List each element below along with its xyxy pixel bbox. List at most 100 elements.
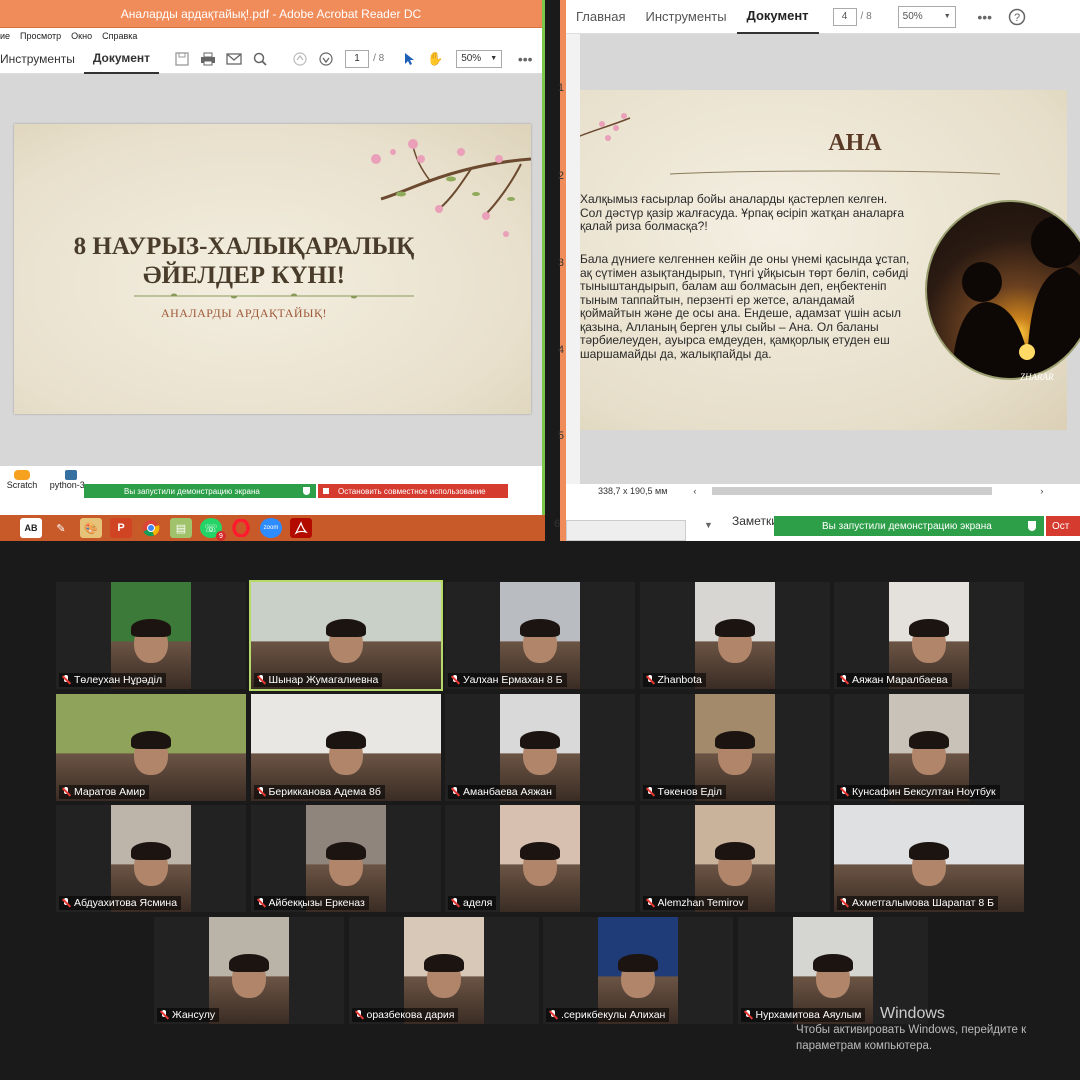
page-thumbnail-strip: 1 2 3 4 5 bbox=[558, 34, 580, 484]
participant-tile[interactable]: Zhanbota bbox=[639, 582, 830, 689]
participant-silhouette bbox=[520, 618, 560, 663]
page-up-icon[interactable] bbox=[287, 46, 313, 72]
participant-tile[interactable]: оразбекова дария bbox=[348, 917, 539, 1024]
more-icon[interactable]: ••• bbox=[972, 4, 998, 30]
notes-label[interactable]: Заметки bbox=[732, 514, 778, 528]
participant-hair bbox=[520, 841, 560, 860]
document-canvas[interactable]: 1 2 3 4 5 АНА Халқымыз ғасырлар бойы ана… bbox=[558, 34, 1080, 484]
zoom-icon[interactable]: zoom bbox=[260, 518, 282, 538]
participant-tile[interactable]: Төлеухан Нұрәділ bbox=[56, 582, 246, 689]
thumb-number-3[interactable]: 3 bbox=[554, 257, 564, 269]
scroll-down-icon[interactable]: ▼ bbox=[704, 520, 713, 530]
document-canvas[interactable]: 8 НАУРЫЗ-ХАЛЫҚАРАЛЫҚ ӘЙЕЛДЕР КҮНІ! АНАЛА… bbox=[0, 74, 542, 466]
participant-silhouette bbox=[131, 730, 171, 775]
slide-title: АНА bbox=[828, 130, 882, 156]
notes-icon[interactable]: ▤ bbox=[170, 518, 192, 538]
page-total: / 8 bbox=[860, 11, 872, 22]
participant-tile[interactable]: Төкенов Еділ bbox=[639, 694, 830, 801]
slide-page-4: АНА Халқымыз ғасырлар бойы аналарды қаст… bbox=[580, 90, 1080, 430]
chrome-icon[interactable] bbox=[140, 518, 162, 538]
vine-divider bbox=[134, 293, 414, 299]
muted-mic-icon bbox=[61, 898, 71, 908]
participant-tile[interactable]: Абдуахитова Ясмина bbox=[56, 805, 246, 912]
window-title: Аналарды ардақтайық!.pdf - Adobe Acrobat… bbox=[0, 0, 542, 28]
tab-home[interactable]: Главная bbox=[566, 0, 635, 34]
muted-mic-icon bbox=[839, 675, 849, 685]
menu-item-view[interactable]: Просмотр bbox=[20, 31, 61, 41]
scroll-right-icon[interactable]: › bbox=[1040, 486, 1043, 496]
participant-tile[interactable]: Alemzhan Temirov bbox=[639, 805, 830, 912]
participant-tile[interactable]: Маратов Амир bbox=[56, 694, 246, 801]
stop-icon bbox=[323, 488, 329, 494]
acrobat-icon[interactable] bbox=[290, 518, 312, 538]
tab-tools[interactable]: Инструменты bbox=[0, 44, 84, 74]
menu-item-window[interactable]: Окно bbox=[71, 31, 92, 41]
abbyy-icon[interactable]: AB bbox=[20, 518, 42, 538]
participant-silhouette bbox=[909, 841, 949, 886]
menu-item-file[interactable]: ие bbox=[0, 31, 10, 41]
participant-tile[interactable]: Жансулу bbox=[154, 917, 344, 1024]
paint-icon[interactable]: 🎨 bbox=[80, 518, 102, 538]
thumbnail-6[interactable] bbox=[566, 520, 686, 541]
participant-silhouette bbox=[520, 841, 560, 886]
powerpoint-icon[interactable]: P bbox=[110, 518, 132, 538]
thumb-number-4[interactable]: 4 bbox=[554, 344, 564, 356]
save-icon[interactable] bbox=[169, 46, 195, 72]
tab-document[interactable]: Документ bbox=[736, 0, 819, 34]
page-down-icon[interactable] bbox=[313, 46, 339, 72]
thumb-number-1[interactable]: 1 bbox=[554, 82, 564, 94]
participant-name: Ахметгалымова Шарапат 8 Б bbox=[852, 897, 994, 909]
participant-name: .серикбекулы Алихан bbox=[561, 1009, 666, 1021]
scroll-left-icon[interactable]: ‹ bbox=[693, 486, 696, 496]
participant-tile[interactable]: Ахметгалымова Шарапат 8 Б bbox=[834, 805, 1024, 912]
participant-tile[interactable]: .серикбекулы Алихан bbox=[543, 917, 733, 1024]
participant-video bbox=[500, 805, 580, 912]
hand-icon[interactable]: ✋ bbox=[422, 46, 448, 72]
participant-tile[interactable]: аделя bbox=[445, 805, 635, 912]
tab-document[interactable]: Документ bbox=[83, 44, 160, 74]
muted-mic-icon bbox=[256, 675, 266, 685]
participant-name: Шынар Жумагалиевна bbox=[268, 674, 379, 686]
thumb-number-2[interactable]: 2 bbox=[554, 170, 564, 182]
help-icon[interactable]: ? bbox=[1004, 4, 1030, 30]
participant-tile[interactable]: Кунсафин Бексултан Ноутбук bbox=[834, 694, 1024, 801]
thumb-number-5[interactable]: 5 bbox=[554, 430, 564, 442]
mail-icon[interactable] bbox=[221, 46, 247, 72]
slide-subtitle: АНАЛАРДЫ АРДАҚТАЙЫҚ! bbox=[160, 306, 328, 320]
participant-silhouette bbox=[423, 953, 464, 998]
zoom-select[interactable]: 50% ▼ bbox=[456, 49, 503, 68]
participant-tile[interactable]: Айбекқызы Еркеназ bbox=[250, 805, 441, 912]
whatsapp-icon[interactable]: ☏ 9 bbox=[200, 518, 226, 541]
pencil-icon[interactable]: ✎ bbox=[50, 518, 72, 538]
desktop-icon-scratch[interactable]: Scratch bbox=[4, 470, 40, 490]
zoom-select[interactable]: 50% ▼ bbox=[897, 5, 956, 28]
participant-hair bbox=[909, 841, 949, 860]
stop-share-button[interactable]: Ост bbox=[1046, 516, 1080, 536]
vine-divider bbox=[670, 170, 1000, 175]
muted-mic-icon bbox=[645, 787, 655, 797]
participant-silhouette bbox=[909, 730, 949, 775]
participant-tile[interactable]: Шынар Жумагалиевна bbox=[248, 580, 443, 691]
select-cursor-icon[interactable] bbox=[396, 46, 422, 72]
participant-hair bbox=[131, 618, 171, 637]
page-number-input[interactable]: 1 bbox=[345, 49, 370, 68]
search-icon[interactable] bbox=[247, 46, 273, 72]
tab-tools[interactable]: Инструменты bbox=[635, 0, 736, 34]
participant-hair bbox=[229, 953, 269, 972]
participant-tile[interactable]: Аманбаева Аяжан bbox=[445, 694, 635, 801]
more-icon[interactable]: ••• bbox=[512, 46, 538, 72]
chevron-down-icon: ▼ bbox=[490, 55, 498, 62]
participant-name-tag: Маратов Амир bbox=[59, 785, 150, 799]
opera-icon[interactable] bbox=[230, 518, 252, 538]
participant-tile[interactable]: Аяжан Маралбаева bbox=[834, 582, 1024, 689]
page-number-input[interactable]: 4 bbox=[832, 7, 857, 26]
participant-hair bbox=[131, 841, 171, 860]
participant-tile[interactable]: Уалхан Ермахан 8 Б bbox=[445, 582, 635, 689]
participant-tile[interactable]: Берикканова Адема 8б bbox=[250, 694, 441, 801]
muted-mic-icon bbox=[645, 898, 655, 908]
print-icon[interactable] bbox=[195, 46, 221, 72]
thumb-number-6[interactable]: 6 bbox=[554, 518, 560, 530]
horizontal-scrollbar[interactable] bbox=[712, 487, 993, 495]
stop-share-button[interactable]: Остановить совместное использование bbox=[318, 484, 508, 498]
menu-item-help[interactable]: Справка bbox=[102, 31, 137, 41]
